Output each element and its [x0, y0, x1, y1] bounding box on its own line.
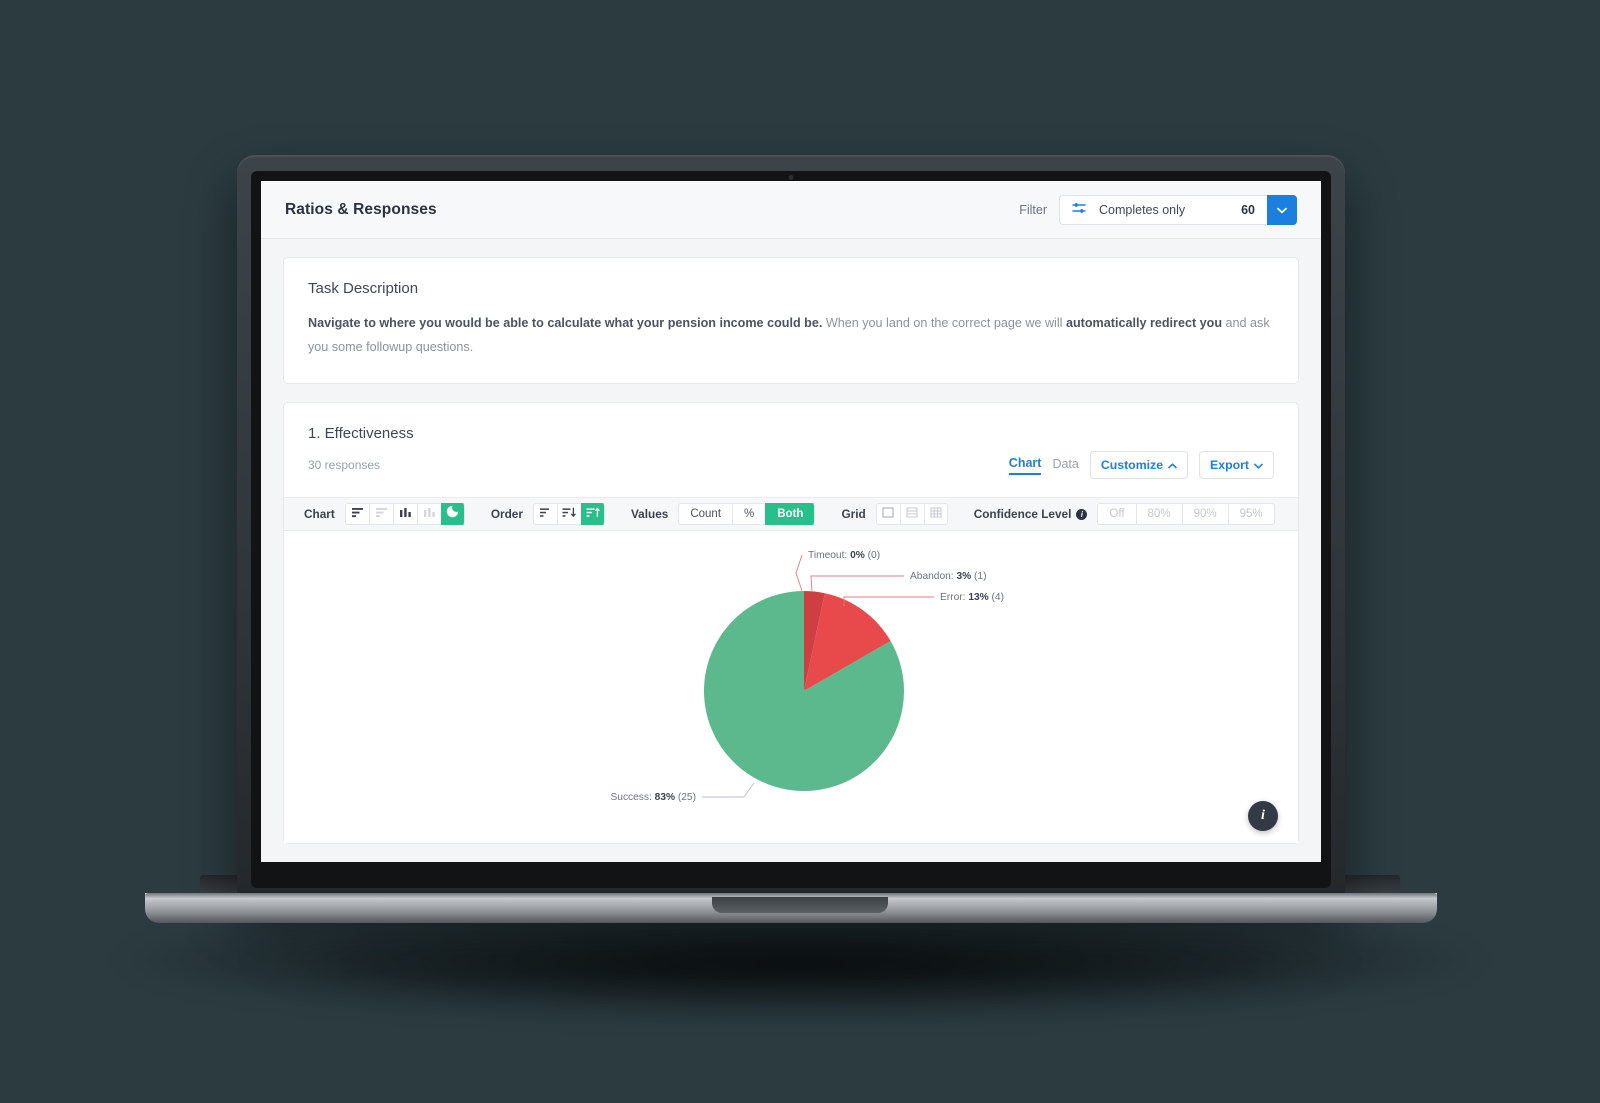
- order-group: [532, 503, 605, 526]
- task-description-card: Task Description Navigate to where you w…: [283, 257, 1299, 385]
- chart-toolbar: Chart Order Values Count % Both Grid Con…: [284, 497, 1298, 532]
- bar-horizontal-stacked-icon-button[interactable]: [368, 503, 393, 526]
- bar-vertical-icon: [399, 505, 412, 523]
- task-text-bold-2: automatically redirect you: [1065, 316, 1223, 330]
- chevron-down-icon: [1254, 458, 1263, 472]
- chart-canvas: Timeout: 0% (0) Abandon: 3% (1) Error: 1…: [284, 531, 1298, 844]
- confidence-level-text: Confidence Level: [973, 507, 1072, 522]
- confidence-80-button[interactable]: 80%: [1135, 503, 1182, 526]
- bar-horizontal-icon: [351, 505, 364, 523]
- tab-data[interactable]: Data: [1052, 457, 1078, 474]
- leader-line-success: [702, 783, 755, 798]
- task-text-plain-1: When you land on the correct page we wil…: [822, 316, 1066, 330]
- filter-select[interactable]: Completes only 60: [1059, 194, 1267, 225]
- chevron-up-icon: [1168, 458, 1177, 472]
- grid-none-icon: [882, 505, 894, 523]
- bar-horizontal-stacked-icon: [375, 505, 388, 523]
- confidence-90-button[interactable]: 90%: [1181, 503, 1228, 526]
- customize-button[interactable]: Customize: [1089, 451, 1189, 480]
- sort-default-icon-button[interactable]: [532, 503, 557, 526]
- confidence-95-button[interactable]: 95%: [1227, 503, 1275, 526]
- confidence-off-button[interactable]: Off: [1097, 503, 1136, 526]
- chart-type-group: [344, 503, 465, 526]
- export-button-label: Export: [1210, 458, 1249, 473]
- effectiveness-actions: Chart Data Customize Export: [1008, 451, 1274, 480]
- sort-ascending-icon: [586, 505, 600, 523]
- values-percent-button[interactable]: %: [732, 503, 766, 526]
- laptop-lid: Ratios & Responses Filter Completes only…: [237, 155, 1345, 900]
- values-both-button[interactable]: Both: [765, 503, 816, 526]
- laptop-base-notch: [712, 897, 888, 913]
- info-icon[interactable]: i: [1076, 508, 1088, 520]
- filter-dropdown-button[interactable]: [1267, 194, 1297, 225]
- effectiveness-title: 1. Effectiveness: [308, 425, 414, 443]
- pie-label-timeout: Timeout: 0% (0): [808, 550, 880, 561]
- export-button[interactable]: Export: [1199, 451, 1274, 480]
- pie-chart-icon-button[interactable]: [440, 503, 465, 526]
- filter-control[interactable]: Completes only 60: [1059, 194, 1297, 225]
- grid-none-icon-button[interactable]: [875, 503, 900, 526]
- filter-area: Filter Completes only 60: [1019, 194, 1297, 225]
- grid-rows-icon: [906, 505, 918, 523]
- toolbar-grid-label: Grid: [841, 507, 866, 522]
- app-topbar: Ratios & Responses Filter Completes only…: [261, 181, 1321, 239]
- sort-ascending-icon-button[interactable]: [580, 503, 605, 526]
- pie-chart: Timeout: 0% (0) Abandon: 3% (1) Error: 1…: [610, 550, 1004, 803]
- effectiveness-header: 1. Effectiveness 30 responses Chart Data…: [284, 403, 1298, 480]
- customize-button-label: Customize: [1100, 458, 1164, 473]
- task-description-heading: Task Description: [308, 280, 419, 297]
- values-count-button[interactable]: Count: [678, 503, 733, 526]
- toolbar-confidence-label: Confidence Level i: [974, 507, 1088, 521]
- bar-vertical-icon-button[interactable]: [392, 503, 417, 526]
- confidence-group: Off 80% 90% 95%: [1097, 503, 1275, 526]
- webcam-icon: [788, 175, 794, 180]
- task-text-bold-1: Navigate to where you would be able to c…: [308, 316, 823, 330]
- response-count: 30 responses: [308, 458, 381, 473]
- grid-rows-icon-button[interactable]: [899, 503, 924, 526]
- sort-descending-icon-button[interactable]: [556, 503, 581, 526]
- pie-label-success: Success: 83% (25): [610, 792, 696, 803]
- app-window: Ratios & Responses Filter Completes only…: [261, 181, 1321, 862]
- bar-vertical-stacked-icon: [423, 505, 436, 523]
- chevron-down-icon: [1277, 201, 1287, 219]
- pie-label-abandon: Abandon: 3% (1): [910, 571, 986, 582]
- sliders-icon: [1072, 201, 1086, 219]
- laptop-screen: Ratios & Responses Filter Completes only…: [261, 181, 1321, 862]
- pie-chart-icon: [446, 505, 459, 523]
- page-title: Ratios & Responses: [285, 200, 437, 218]
- toolbar-values-label: Values: [630, 507, 669, 522]
- task-description-text: Navigate to where you would be able to c…: [308, 311, 1274, 359]
- screenshot-stage: Ratios & Responses Filter Completes only…: [0, 0, 1600, 1103]
- filter-count: 60: [1241, 202, 1255, 217]
- bar-vertical-stacked-icon-button[interactable]: [416, 503, 441, 526]
- grid-full-icon-button[interactable]: [923, 503, 948, 526]
- toolbar-order-label: Order: [490, 507, 523, 522]
- filter-value: Completes only: [1099, 202, 1186, 217]
- effectiveness-card: 1. Effectiveness 30 responses Chart Data…: [283, 402, 1299, 845]
- laptop-floor-shadow-core: [230, 930, 1370, 1000]
- grid-group: [875, 503, 948, 526]
- pie-label-error: Error: 13% (4): [940, 592, 1004, 603]
- laptop-bezel: Ratios & Responses Filter Completes only…: [251, 171, 1331, 888]
- tab-chart[interactable]: Chart: [1008, 456, 1042, 475]
- bar-horizontal-icon-button[interactable]: [344, 503, 369, 526]
- filter-label: Filter: [1019, 202, 1047, 217]
- sort-descending-icon: [562, 505, 577, 523]
- toolbar-chart-label: Chart: [304, 507, 335, 522]
- sort-default-icon: [539, 505, 552, 523]
- values-group: Count % Both: [678, 503, 816, 526]
- grid-full-icon: [930, 505, 942, 523]
